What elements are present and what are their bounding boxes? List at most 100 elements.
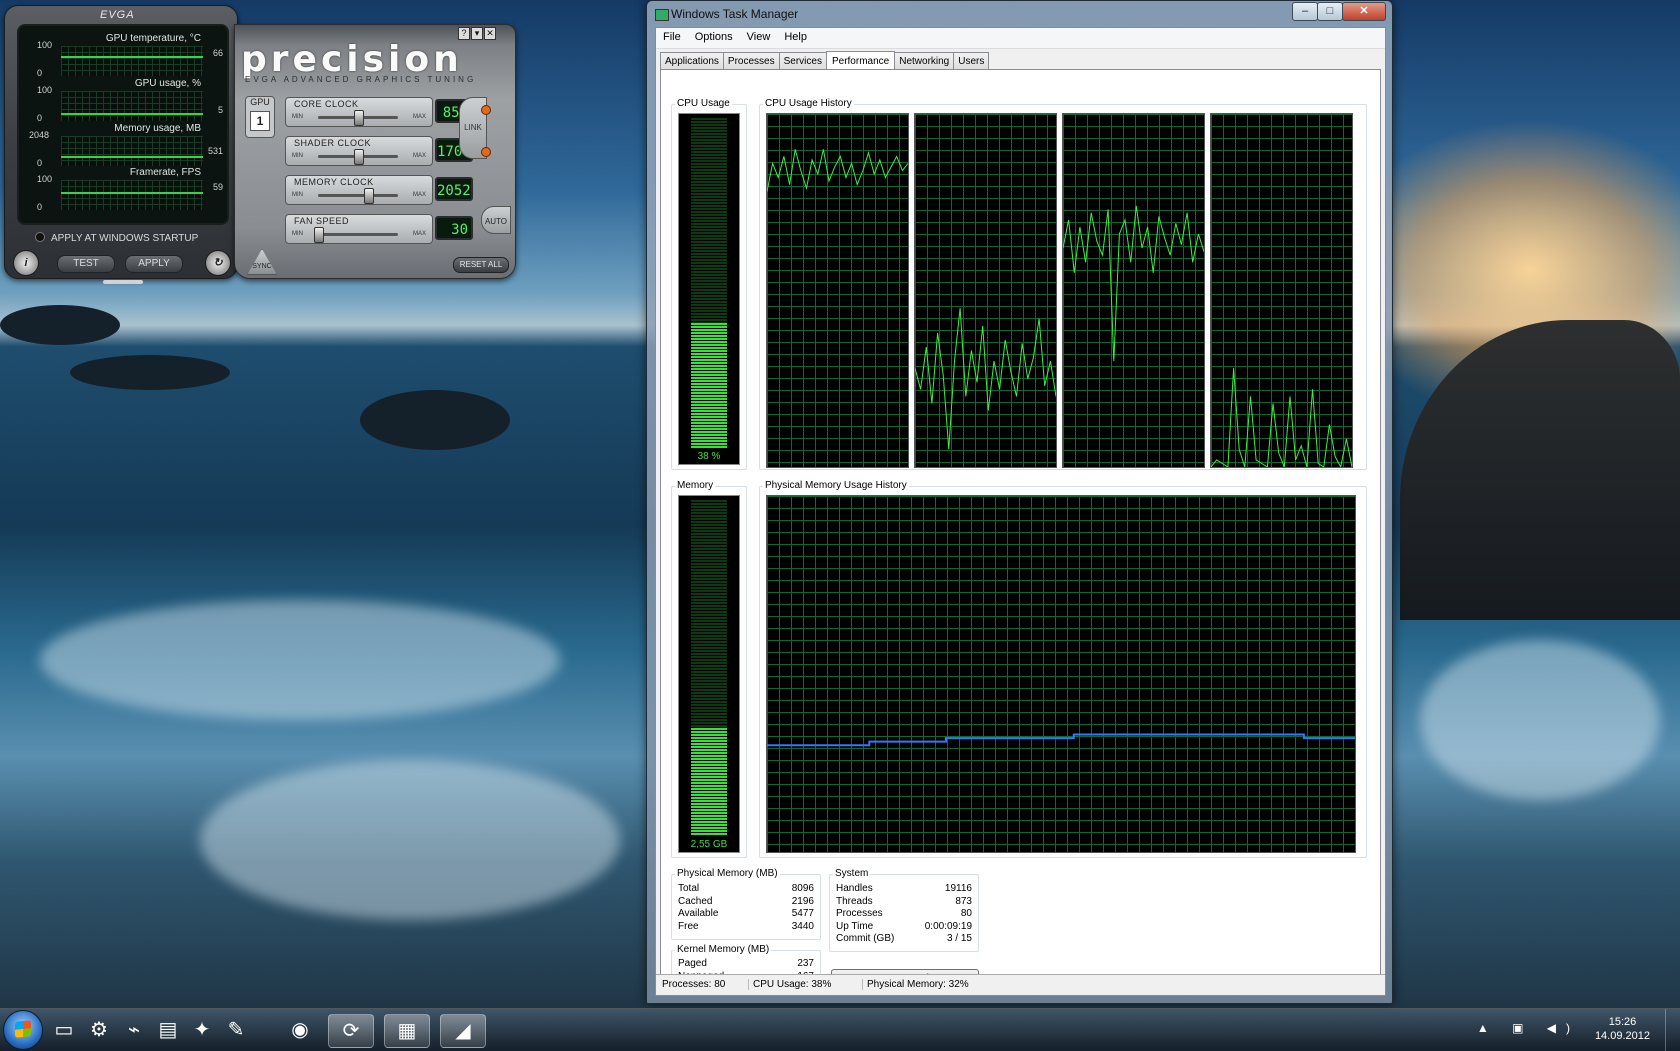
minimize-button[interactable]: – bbox=[1292, 2, 1318, 21]
core-clock-panel: CORE CLOCK MIN MAX bbox=[285, 97, 433, 127]
gpu-number: 1 bbox=[250, 111, 270, 131]
framerate-row: Framerate, FPS 100 0 59 bbox=[19, 167, 227, 212]
minimize-button[interactable]: ▾ bbox=[471, 27, 483, 40]
memory-history-group: Physical Memory Usage History bbox=[759, 480, 1367, 858]
tab-performance[interactable]: Performance bbox=[825, 51, 896, 71]
maximize-button[interactable]: □ bbox=[1317, 2, 1343, 21]
evga-menu-icon[interactable]: ↻ bbox=[205, 250, 231, 276]
cpu-history-group: CPU Usage History bbox=[759, 98, 1367, 470]
row-max-label: 100 bbox=[37, 174, 53, 184]
cliff bbox=[1400, 320, 1680, 620]
fan-speed-panel: FAN SPEED MIN MAX bbox=[285, 214, 433, 244]
stat-label: Up Time bbox=[836, 920, 874, 932]
firefox-icon[interactable]: ◉ bbox=[284, 1014, 316, 1046]
memory-clock-label: MEMORY CLOCK bbox=[294, 177, 374, 187]
stat-value: 19116 bbox=[944, 883, 972, 894]
menu-bar: File Options View Help bbox=[656, 28, 1385, 49]
shader-clock-slider-knob[interactable] bbox=[354, 149, 364, 165]
cpu-usage-value: 38 % bbox=[697, 451, 721, 462]
gpu-usage-title: GPU usage, % bbox=[134, 78, 201, 89]
clock[interactable]: 15:26 14.09.2012 bbox=[1595, 1015, 1650, 1043]
stat-row: Commit (GB) 3 / 15 bbox=[830, 933, 978, 946]
system-title: System bbox=[833, 868, 871, 879]
memory-history-graph bbox=[766, 495, 1356, 853]
close-button[interactable]: ✕ bbox=[484, 27, 496, 40]
memory-history-label: Physical Memory Usage History bbox=[763, 480, 909, 491]
caption-buttons: – □ ✕ bbox=[1292, 2, 1386, 21]
memory-usage-value: 531 bbox=[207, 146, 223, 156]
stat-row: Cached 2196 bbox=[672, 896, 820, 909]
status-memory: Physical Memory: 32% bbox=[862, 979, 969, 990]
expand-handle[interactable] bbox=[103, 280, 143, 284]
menu-options[interactable]: Options bbox=[688, 28, 740, 46]
memory-clock-row: MEMORY CLOCK MIN MAX 2052 bbox=[285, 175, 485, 205]
tab-services[interactable]: Services bbox=[778, 52, 827, 70]
stat-row: Paged 237 bbox=[672, 958, 820, 971]
stat-label: Available bbox=[678, 908, 719, 919]
tool-icon[interactable]: ✦ bbox=[186, 1014, 218, 1046]
row-min-label: 0 bbox=[37, 202, 43, 212]
cpu-history-line bbox=[767, 149, 908, 192]
test-button[interactable]: TEST bbox=[57, 255, 115, 273]
cpu-history-line bbox=[915, 308, 1056, 450]
evga-monitor-panel[interactable]: EVGA GPU temperature, °C 100 0 66 GPU us… bbox=[4, 5, 238, 284]
cpu-core-2-graph bbox=[1062, 113, 1205, 468]
gpu-selector[interactable]: GPU 1 bbox=[245, 96, 275, 138]
cpu-history-label: CPU Usage History bbox=[763, 98, 854, 109]
link-led-icon bbox=[481, 105, 491, 115]
menu-file[interactable]: File bbox=[656, 28, 688, 46]
nfs-taskbar-button[interactable]: ◢ bbox=[440, 1014, 486, 1048]
apply-button[interactable]: APPLY bbox=[125, 255, 183, 273]
window-title: Windows Task Manager bbox=[671, 7, 799, 21]
stat-label: Total bbox=[678, 883, 700, 894]
steam-icon[interactable]: ⚙ bbox=[83, 1014, 115, 1046]
game-icon[interactable]: ✎ bbox=[220, 1014, 252, 1046]
rock bbox=[0, 305, 120, 345]
show-desktop-button[interactable] bbox=[1665, 1009, 1680, 1051]
tab-users[interactable]: Users bbox=[953, 52, 990, 70]
memory-clock-track[interactable] bbox=[318, 194, 398, 197]
menu-help[interactable]: Help bbox=[777, 28, 814, 46]
sync-button[interactable]: SYNC bbox=[247, 249, 277, 275]
apply-at-startup-toggle[interactable]: APPLY AT WINDOWS STARTUP bbox=[35, 232, 198, 244]
memory-value: 2,55 GB bbox=[690, 839, 728, 850]
fan-speed-track[interactable] bbox=[318, 233, 398, 236]
core-clock-slider-knob[interactable] bbox=[354, 110, 364, 126]
tab-applications[interactable]: Applications bbox=[660, 52, 724, 70]
tab-networking[interactable]: Networking bbox=[894, 52, 955, 70]
explorer-icon[interactable]: ▭ bbox=[48, 1014, 80, 1046]
slider-max-label: MAX bbox=[412, 231, 426, 237]
info-button[interactable]: i bbox=[13, 250, 39, 276]
memory-usage-title: Memory usage, MB bbox=[114, 123, 201, 134]
precision-panel[interactable]: ? ▾ ✕ precision EVGA ADVANCED GRAPHICS TUN… bbox=[234, 24, 516, 279]
close-button[interactable]: ✕ bbox=[1342, 2, 1386, 21]
slider-max-label: MAX bbox=[412, 153, 426, 159]
row-min-label: 0 bbox=[37, 158, 43, 168]
precision-wordmark: precision bbox=[241, 39, 463, 80]
memory-clock-slider-knob[interactable] bbox=[363, 188, 374, 204]
reset-all-button[interactable]: RESET ALL bbox=[453, 257, 509, 273]
auto-fan-button[interactable]: AUTO bbox=[481, 206, 511, 234]
memory-usage-graph bbox=[61, 136, 203, 166]
memory-label: Memory bbox=[675, 480, 716, 491]
task-manager-icon bbox=[655, 9, 669, 21]
evga-taskbar-button[interactable]: ⟳ bbox=[328, 1014, 374, 1048]
slider-min-label: MIN bbox=[292, 153, 303, 159]
physical-memory-group: Physical Memory (MB) Total 8096 Cached 219… bbox=[671, 868, 821, 940]
task-manager-window[interactable]: Windows Task Manager – □ ✕ File Options View… bbox=[646, 0, 1393, 1004]
task-manager-taskbar-button[interactable]: ▦ bbox=[384, 1014, 430, 1048]
precision-subtitle: EVGA ADVANCED GRAPHICS TUNING bbox=[245, 75, 477, 84]
system-tray[interactable]: ▲ ▣ ◀) bbox=[1477, 1021, 1580, 1035]
tab-processes[interactable]: Processes bbox=[722, 52, 780, 70]
stat-row: Up Time 0:00:09:19 bbox=[830, 921, 978, 934]
stat-value: 0:00:09:19 bbox=[924, 920, 972, 932]
menu-view[interactable]: View bbox=[740, 28, 778, 46]
network-icon[interactable]: ⌁ bbox=[118, 1014, 150, 1046]
shader-clock-panel: SHADER CLOCK MIN MAX bbox=[285, 136, 433, 166]
cpu-history-line bbox=[1063, 205, 1204, 362]
fan-speed-slider-knob[interactable] bbox=[314, 227, 324, 243]
start-button[interactable] bbox=[3, 1010, 43, 1050]
physical-memory-title: Physical Memory (MB) bbox=[675, 868, 780, 879]
computer-icon[interactable]: ▤ bbox=[152, 1014, 184, 1046]
slider-max-label: MAX bbox=[412, 114, 426, 120]
